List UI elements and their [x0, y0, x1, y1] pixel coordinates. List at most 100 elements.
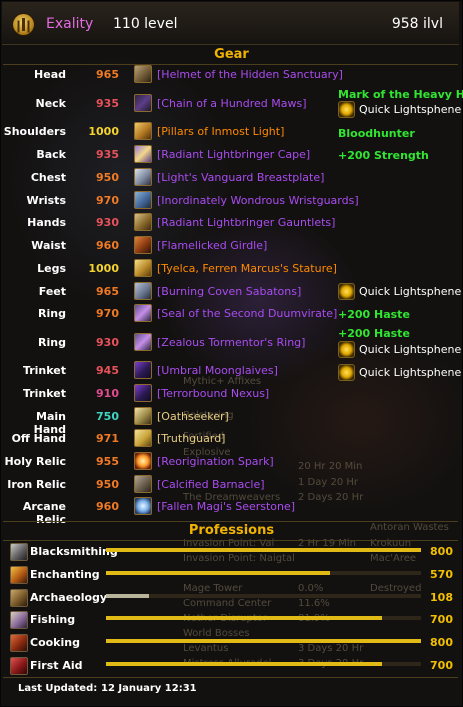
- last-updated-label: Last Updated:: [18, 683, 98, 694]
- gear-item-level: 935: [96, 97, 119, 110]
- gear-row-iron-relic: Iron Relic 950 [Calcified Barnacle]: [0, 474, 463, 496]
- chestplate-icon[interactable]: [134, 168, 152, 186]
- character-name[interactable]: Exality: [46, 16, 93, 32]
- gear-item-level: 1000: [88, 262, 119, 275]
- gear-item-link[interactable]: [Burning Coven Sabatons]: [157, 285, 301, 298]
- profession-skill-value: 570: [430, 568, 453, 581]
- gear-row-main-hand: Main Hand 750 [Oathseeker]: [0, 406, 463, 436]
- gear-item-link[interactable]: [Truthguard]: [157, 432, 225, 445]
- gear-row-holy-relic: Holy Relic 955 [Reorigination Spark]: [0, 451, 463, 473]
- gem-slot: [338, 283, 357, 300]
- gear-slot-label: Chest: [30, 171, 66, 184]
- gear-item-link[interactable]: [Pillars of Inmost Light]: [157, 125, 284, 138]
- profession-row-blacksmithing: Blacksmithing 800: [0, 542, 463, 564]
- gear-slot-label: Ring: [38, 336, 66, 349]
- gear-item-level: 970: [96, 307, 119, 320]
- necklace-icon[interactable]: [134, 94, 152, 112]
- cape-icon[interactable]: [134, 145, 152, 163]
- enchanting-icon: [10, 566, 28, 584]
- profession-skill-value: 800: [430, 545, 453, 558]
- gem-icon[interactable]: [338, 101, 355, 118]
- arcane-relic-icon[interactable]: [134, 497, 152, 515]
- gear-enchant-text: +200 Haste: [338, 308, 410, 321]
- gauntlets-icon[interactable]: [134, 213, 152, 231]
- gear-item-link[interactable]: [Seal of the Second Duumvirate]: [157, 307, 337, 320]
- gear-row-arcane-relic: Arcane Relic 960 [Fallen Magi's Seerstone]: [0, 496, 463, 526]
- profession-progress-fill: [106, 616, 382, 620]
- shield-icon[interactable]: [134, 429, 152, 447]
- sword-icon[interactable]: [134, 407, 152, 425]
- gear-item-level: 965: [96, 285, 119, 298]
- gear-item-link[interactable]: [Light's Vanguard Breastplate]: [157, 171, 324, 184]
- profession-name: Fishing: [30, 613, 76, 626]
- gear-item-level: 950: [96, 171, 119, 184]
- profession-progress-fill: [106, 639, 421, 643]
- gear-item-link[interactable]: [Oathseeker]: [157, 410, 229, 423]
- gear-item-level: 960: [96, 239, 119, 252]
- gear-item-level: 960: [96, 500, 119, 513]
- bracers-icon[interactable]: [134, 191, 152, 209]
- ring-icon[interactable]: [134, 333, 152, 351]
- gear-slot-label: Off Hand: [11, 432, 66, 445]
- gear-section-title: Gear: [214, 47, 249, 62]
- gear-slot-label: Iron Relic: [7, 478, 66, 491]
- gem-slot: [338, 101, 357, 118]
- iron-relic-icon[interactable]: [134, 475, 152, 493]
- gem-icon[interactable]: [338, 341, 355, 358]
- cooking-icon: [10, 634, 28, 652]
- gear-item-link[interactable]: [Reorigination Spark]: [157, 455, 274, 468]
- profession-name: Cooking: [30, 636, 80, 649]
- gear-item-link[interactable]: [Radiant Lightbringer Cape]: [157, 148, 310, 161]
- gear-item-link[interactable]: [Zealous Tormentor's Ring]: [157, 336, 305, 349]
- gear-item-link[interactable]: [Tyelca, Ferren Marcus's Stature]: [157, 262, 337, 275]
- gear-item-link[interactable]: [Calcified Barnacle]: [157, 478, 265, 491]
- gear-row-head: Head 965 [Helmet of the Hidden Sanctuary]: [0, 64, 463, 86]
- belt-icon[interactable]: [134, 236, 152, 254]
- trinket-icon[interactable]: [134, 384, 152, 402]
- helmet-icon[interactable]: [134, 65, 152, 83]
- character-level: 110 level: [113, 16, 178, 32]
- gear-item-level: 910: [96, 387, 119, 400]
- shoulders-icon[interactable]: [134, 122, 152, 140]
- gear-item-link[interactable]: [Flamelicked Girdle]: [157, 239, 267, 252]
- gear-enchant-text: +200 Strength: [338, 149, 429, 162]
- gear-item-link[interactable]: [Chain of a Hundred Maws]: [157, 97, 307, 110]
- profession-progress-bar: [106, 639, 421, 643]
- gear-row-trinket: Trinket 910 [Terrorbound Nexus]: [0, 383, 463, 405]
- gem-icon[interactable]: [338, 283, 355, 300]
- archaeology-icon: [10, 589, 28, 607]
- gear-slot-label: Trinket: [22, 364, 66, 377]
- gear-slot-label: Legs: [37, 262, 66, 275]
- gem-name: Quick Lightsphene: [359, 343, 462, 356]
- profession-row-enchanting: Enchanting 570: [0, 565, 463, 587]
- profession-skill-value: 108: [430, 591, 453, 604]
- profession-progress-fill: [106, 571, 331, 575]
- gear-item-link[interactable]: [Helmet of the Hidden Sanctuary]: [157, 68, 343, 81]
- gear-item-level: 950: [96, 478, 119, 491]
- gear-item-link[interactable]: [Fallen Magi's Seerstone]: [157, 500, 295, 513]
- profession-skill-value: 700: [430, 659, 453, 672]
- ring-icon[interactable]: [134, 304, 152, 322]
- profession-skill-value: 700: [430, 613, 453, 626]
- class-emblem-icon: [13, 14, 34, 35]
- gear-item-link[interactable]: [Terrorbound Nexus]: [157, 387, 269, 400]
- gem-name: Quick Lightsphene: [359, 285, 462, 298]
- item-level: 958 ilvl: [391, 16, 443, 32]
- fishing-icon: [10, 611, 28, 629]
- gear-item-link[interactable]: [Radiant Lightbringer Gauntlets]: [157, 216, 335, 229]
- gear-slot-label: Head: [34, 68, 66, 81]
- trinket-icon[interactable]: [134, 361, 152, 379]
- gear-enchant-text: Bloodhunter: [338, 127, 415, 140]
- leggings-icon[interactable]: [134, 259, 152, 277]
- holy-relic-icon[interactable]: [134, 452, 152, 470]
- gem-slot: [338, 341, 357, 358]
- gear-item-link[interactable]: [Inordinately Wondrous Wristguards]: [157, 194, 359, 207]
- profession-name: First Aid: [30, 659, 83, 672]
- profession-progress-bar: [106, 571, 421, 575]
- gem-icon[interactable]: [338, 364, 355, 381]
- gear-slot-label: Hands: [27, 216, 66, 229]
- gear-item-link[interactable]: [Umbral Moonglaives]: [157, 364, 278, 377]
- boots-icon[interactable]: [134, 282, 152, 300]
- profession-progress-bar: [106, 548, 421, 552]
- profession-progress-fill: [106, 594, 149, 598]
